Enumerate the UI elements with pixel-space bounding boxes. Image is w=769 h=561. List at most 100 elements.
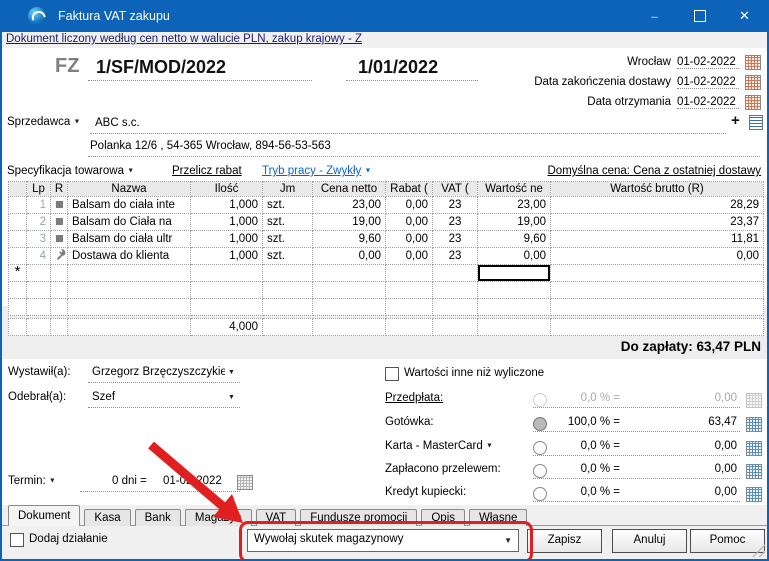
issue-date-field[interactable]: 01-02-2022 xyxy=(677,56,739,69)
credit-percent[interactable]: 0,0 % = xyxy=(540,486,620,498)
add-contractor-button[interactable]: + xyxy=(731,114,740,128)
specification-dropdown[interactable]: Specyfikacja towarowa ▼ xyxy=(7,165,134,177)
warehouse-effect-value: Wywołaj skutek magazynowy xyxy=(254,533,403,545)
tab-magazyn[interactable]: Magazyn xyxy=(185,509,252,526)
table-header-row: Lp R Nazwa Ilość Jm Cena netto Rabat ( V… xyxy=(9,182,764,197)
card-percent[interactable]: 0,0 % = xyxy=(540,440,620,452)
tab-strip: Dokument Kasa Bank Magazyn VAT Fundusze … xyxy=(8,505,531,526)
cash-amount[interactable]: 63,47 xyxy=(655,416,737,428)
calculator-icon[interactable] xyxy=(746,393,762,408)
prepayment-percent[interactable]: 0,0 % = xyxy=(540,392,620,404)
col-gross-value: Wartość brutto (R) xyxy=(551,182,764,197)
sum-row-table: 4,000 xyxy=(8,318,764,336)
col-name: Nazwa xyxy=(68,182,191,197)
card-dropdown[interactable]: Karta - MasterCard ▼ xyxy=(385,440,493,452)
delivery-end-field[interactable]: 01-02-2022 xyxy=(677,76,739,89)
issue-date-row: Wrocław 01-02-2022 xyxy=(627,54,761,70)
tab-vat[interactable]: VAT xyxy=(256,509,297,526)
chevron-down-icon[interactable]: ▼ xyxy=(228,369,235,376)
cash-percent[interactable]: 100,0 % = xyxy=(540,416,620,428)
prepayment-amount[interactable]: 0,00 xyxy=(655,392,737,404)
title-bar: Faktura VAT zakupu – ✕ xyxy=(0,0,769,32)
seller-label-dropdown[interactable]: Sprzedawca ▼ xyxy=(7,116,80,128)
tab-wlasne[interactable]: Własne xyxy=(469,509,527,526)
chevron-down-icon[interactable]: ▼ xyxy=(228,394,235,401)
other-values-checkbox[interactable] xyxy=(385,367,399,381)
empty-row xyxy=(9,299,764,316)
seller-address-field[interactable]: Polanka 12/6 , 54-365 Wrocław, 894-56-53… xyxy=(90,140,331,152)
table-row[interactable]: 3 Balsam do ciała ultr1,000 szt.9,60 0,0… xyxy=(9,231,764,248)
term-date-field[interactable]: 01-02-2022 xyxy=(163,475,222,487)
col-lp: Lp xyxy=(27,182,51,197)
tab-kasa[interactable]: Kasa xyxy=(84,509,130,526)
doc-date-number-field[interactable]: 1/01/2022 xyxy=(358,57,438,78)
calendar-icon[interactable] xyxy=(745,95,761,110)
reservation-square-icon xyxy=(56,201,63,208)
calculator-icon[interactable] xyxy=(746,441,762,456)
items-table: Lp R Nazwa Ilość Jm Cena netto Rabat ( V… xyxy=(8,181,764,316)
minimize-button[interactable]: – xyxy=(632,0,677,32)
received-date-field[interactable]: 01-02-2022 xyxy=(677,96,739,109)
chevron-down-icon: ▼ xyxy=(74,118,81,125)
warehouse-effect-combobox[interactable]: Wywołaj skutek magazynowy ▼ xyxy=(247,529,519,552)
cash-label: Gotówka: xyxy=(385,416,434,428)
reservation-square-icon xyxy=(56,218,63,225)
doc-number-underline xyxy=(88,80,312,81)
transfer-label: Zapłacono przelewem: xyxy=(385,463,501,475)
term-days-field[interactable]: 0 dni = xyxy=(112,475,147,487)
window-title: Faktura VAT zakupu xyxy=(58,9,170,23)
recalc-discount-link[interactable]: Przelicz rabat xyxy=(172,165,242,177)
save-button[interactable]: Zapisz xyxy=(527,529,602,553)
credit-amount[interactable]: 0,00 xyxy=(655,486,737,498)
col-discount: Rabat ( xyxy=(386,182,433,197)
document-type-bar: Dokument liczony według cen netto w walu… xyxy=(2,32,767,48)
cancel-button[interactable]: Anuluj xyxy=(612,529,687,553)
col-qty: Ilość xyxy=(191,182,263,197)
calendar-icon[interactable] xyxy=(745,75,761,90)
tab-opis[interactable]: Opis xyxy=(421,509,465,526)
received-by-combo[interactable]: Szef xyxy=(92,391,225,403)
calculator-icon[interactable] xyxy=(746,464,762,479)
col-vat: VAT ( xyxy=(433,182,478,197)
work-mode-link[interactable]: Tryb pracy - Zwykły ▼ xyxy=(262,165,371,177)
col-r: R xyxy=(51,182,68,197)
tab-bank[interactable]: Bank xyxy=(135,509,181,526)
term-dropdown[interactable]: Termin: ▼ xyxy=(8,475,56,487)
calculator-icon[interactable] xyxy=(746,417,762,432)
issued-by-label: Wystawił(a): xyxy=(8,366,71,378)
contractor-list-icon[interactable] xyxy=(749,115,763,130)
tab-fundusze-promocji[interactable]: Fundusze promocji xyxy=(300,509,417,526)
credit-label: Kredyt kupiecki: xyxy=(385,486,466,498)
table-row[interactable]: 2 Balsam do Ciała na1,000 szt.19,00 0,00… xyxy=(9,214,764,231)
calendar-icon[interactable] xyxy=(237,475,253,490)
calculator-icon[interactable] xyxy=(746,487,762,502)
maximize-button[interactable] xyxy=(677,0,722,32)
calendar-icon[interactable] xyxy=(745,55,761,70)
table-row[interactable]: 4 Dostawa do klienta1,000 szt.0,00 0,002… xyxy=(9,248,764,265)
selected-cell[interactable] xyxy=(478,265,551,282)
add-action-checkbox[interactable] xyxy=(10,533,24,547)
close-button[interactable]: ✕ xyxy=(722,0,767,32)
document-type-link[interactable]: Dokument liczony według cen netto w walu… xyxy=(6,33,362,45)
issued-by-combo[interactable]: Grzegorz Brzęczyszczykiewicz xyxy=(92,366,225,378)
received-by-label: Odebrał(a): xyxy=(8,391,66,403)
chevron-down-icon: ▼ xyxy=(127,167,134,174)
prepayment-link[interactable]: Przedpłata: xyxy=(385,392,443,404)
table-row[interactable]: 1 Balsam do ciała inte1,000 szt.23,00 0,… xyxy=(9,197,764,214)
amount-due: Do zapłaty: 63,47 PLN xyxy=(621,339,761,354)
tab-dokument[interactable]: Dokument xyxy=(8,505,80,526)
row-selector-header xyxy=(9,182,27,197)
default-price-link[interactable]: Domyślna cena: Cena z ostatniej dostawy xyxy=(548,165,762,177)
card-amount[interactable]: 0,00 xyxy=(655,440,737,452)
invoice-window: Faktura VAT zakupu – ✕ Dokument liczony … xyxy=(0,0,769,561)
doc-number-field[interactable]: 1/SF/MOD/2022 xyxy=(96,57,226,78)
delivery-end-label: Data zakończenia dostawy xyxy=(534,76,671,88)
transfer-amount[interactable]: 0,00 xyxy=(655,463,737,475)
new-item-row[interactable]: * xyxy=(9,265,764,282)
new-row-asterisk: * xyxy=(15,265,21,281)
received-date-row: Data otrzymania 01-02-2022 xyxy=(587,94,761,110)
transfer-percent[interactable]: 0,0 % = xyxy=(540,463,620,475)
seller-name-field[interactable]: ABC s.c. xyxy=(95,117,140,129)
add-action-label: Dodaj działanie xyxy=(29,533,108,545)
help-button[interactable]: Pomoc xyxy=(690,529,765,553)
